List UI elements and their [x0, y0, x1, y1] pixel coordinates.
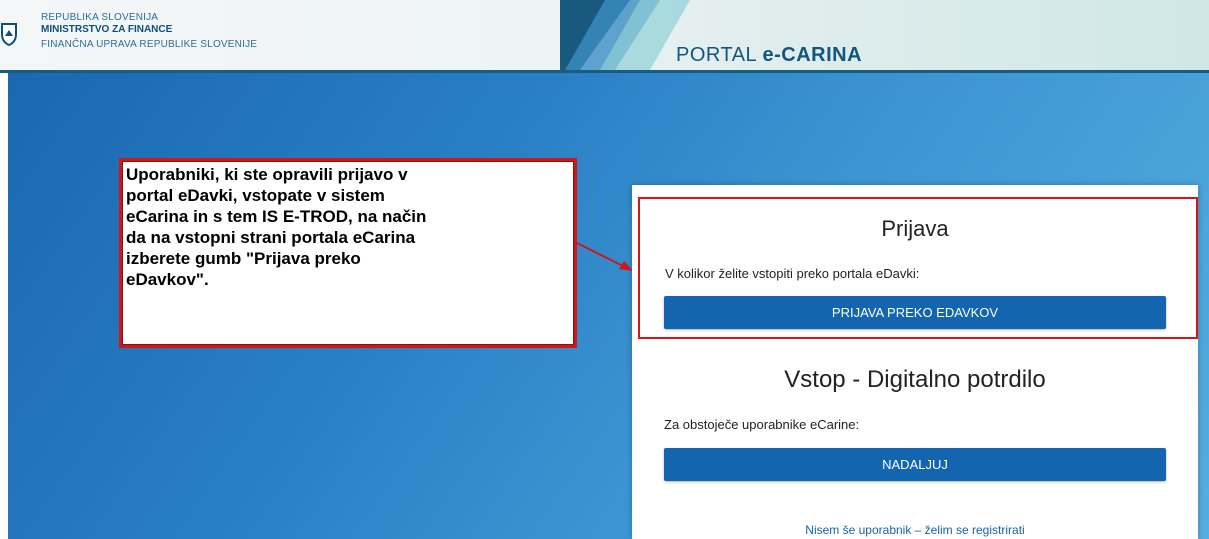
- continue-button[interactable]: NADALJUJ: [664, 448, 1166, 481]
- portal-title: PORTAL e-CARINA: [676, 44, 862, 67]
- certificate-title: Vstop - Digitalno potrdilo: [784, 366, 1046, 393]
- site-header: REPUBLIKA SLOVENIJA MINISTRSTVO ZA FINAN…: [0, 0, 1209, 73]
- callout-text: Uporabniki, ki ste opravili prijavo v po…: [126, 165, 427, 289]
- portal-name: e-CARINA: [762, 44, 863, 66]
- register-link[interactable]: Nisem še uporabnik – želim se registrira…: [632, 523, 1198, 537]
- existing-users-label: Za obstoječe uporabnike eCarine:: [664, 417, 860, 432]
- login-title: Prijava: [881, 216, 949, 241]
- callout-arrow-icon: [576, 242, 633, 271]
- org-administration-label: FINANČNA UPRAVA REPUBLIKE SLOVENIJE: [41, 39, 258, 50]
- portal-prefix: PORTAL: [676, 44, 763, 66]
- instruction-callout: Uporabniki, ki ste opravili prijavo v po…: [119, 158, 577, 348]
- header-decoration: [560, 0, 690, 70]
- edavki-label: V kolikor želite vstopiti preko portala …: [665, 266, 920, 281]
- org-ministry-label: MINISTRSTVO ZA FINANCE: [41, 24, 173, 35]
- org-republic-label: REPUBLIKA SLOVENIJA: [41, 12, 159, 23]
- login-edavki-button[interactable]: PRIJAVA PREKO EDAVKOV: [664, 296, 1166, 329]
- coat-of-arms-icon: [0, 23, 17, 46]
